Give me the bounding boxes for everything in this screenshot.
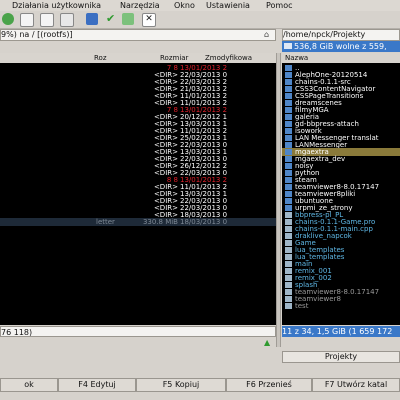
- fkey-copy-label: F5 Kopiuj: [162, 380, 200, 389]
- col-name[interactable]: Nazwa: [285, 53, 308, 63]
- fkey-view-label: ok: [24, 380, 34, 389]
- menu-actions[interactable]: Działania użytkownika: [12, 0, 101, 11]
- menu-window[interactable]: Okno: [174, 0, 195, 11]
- menu-settings[interactable]: Ustawienia: [206, 0, 250, 11]
- left-status-text: 76 118): [1, 328, 33, 337]
- refresh-icon[interactable]: [86, 13, 98, 25]
- clipboard-icon[interactable]: [60, 13, 74, 27]
- right-status-text: 11 z 34, 1,5 GiB (1 659 172: [282, 327, 393, 336]
- document-icon[interactable]: [20, 13, 34, 27]
- list-item[interactable]: test: [282, 302, 400, 310]
- left-status-bar: 76 118): [0, 326, 276, 337]
- function-keys-bar: ok F4 Edytuj F5 Kopiuj F6 Przenieś F7 Ut…: [0, 378, 400, 392]
- menu-tools[interactable]: Narzędzia: [120, 0, 160, 11]
- row-date: 18/03/2013 0: [180, 218, 228, 226]
- row-size: 330.8 MiB: [142, 218, 178, 226]
- copy-icon[interactable]: [40, 13, 54, 27]
- right-free-space-text: 536,8 GiB wolne z 559,: [294, 42, 387, 51]
- col-size[interactable]: Rozmiar: [160, 53, 188, 63]
- col-modified[interactable]: Zmodyfikowa: [205, 53, 252, 63]
- new-tab-icon[interactable]: [2, 13, 14, 25]
- up-arrow-icon[interactable]: ▲: [264, 339, 272, 347]
- right-path-text: /home/npck/Projekty: [283, 30, 366, 39]
- panel-splitter[interactable]: [276, 53, 281, 347]
- fkey-copy[interactable]: F5 Kopiuj: [136, 378, 226, 392]
- drive-icon: [284, 43, 292, 49]
- fkey-edit[interactable]: F4 Edytuj: [58, 378, 136, 392]
- check-icon[interactable]: ✔: [106, 13, 118, 25]
- col-ext[interactable]: Roz: [94, 53, 107, 63]
- fkey-move[interactable]: F6 Przenieś: [226, 378, 312, 392]
- fkey-move-label: F6 Przenieś: [246, 380, 292, 389]
- fkey-mkdir-label: F7 Utwórz katal: [324, 380, 388, 389]
- left-path-text: 9%) na / [(rootfs)]: [1, 30, 73, 39]
- fkey-mkdir[interactable]: F7 Utwórz katal: [312, 378, 400, 392]
- fkey-edit-label: F4 Edytuj: [78, 380, 116, 389]
- sync-icon[interactable]: [122, 13, 134, 25]
- item-name: test: [295, 302, 309, 310]
- menu-bar: Działania użytkownika Narzędzia Okno Ust…: [0, 0, 400, 11]
- row-name: letter: [96, 218, 115, 226]
- table-row-selected[interactable]: letter 330.8 MiB 18/03/2013 0: [0, 218, 276, 226]
- menu-help[interactable]: Pomoc: [266, 0, 293, 11]
- right-path-bar[interactable]: /home/npck/Projekty: [282, 29, 400, 41]
- close-icon[interactable]: ✕: [142, 13, 156, 27]
- home-icon[interactable]: ⌂: [264, 29, 272, 40]
- right-status-bar: 11 z 34, 1,5 GiB (1 659 172: [282, 326, 400, 337]
- left-file-panel[interactable]: 7 8 13/01/2013 2 <DIR> 22/03/2013 0 <DIR> 22/…: [0, 63, 276, 325]
- tab-projects-label: Projekty: [324, 352, 358, 361]
- toolbar: ✔ ✕: [0, 11, 400, 29]
- file-icon: [285, 303, 292, 309]
- right-file-panel[interactable]: .. AlephOne-20120514 chains-0.1.1-src CSS3C…: [282, 63, 400, 325]
- left-path-bar[interactable]: 9%) na / [(rootfs)]: [0, 29, 276, 41]
- fkey-view[interactable]: ok: [0, 378, 58, 392]
- tab-projects[interactable]: Projekty: [282, 351, 400, 363]
- right-free-space: 536,8 GiB wolne z 559,: [282, 41, 400, 52]
